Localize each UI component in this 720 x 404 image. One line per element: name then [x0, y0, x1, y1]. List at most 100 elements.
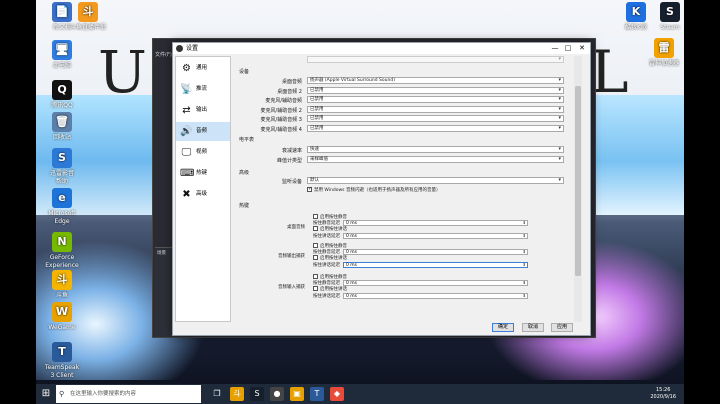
nav-item[interactable]: ⚙ 通用 [176, 59, 230, 78]
desktop-icon[interactable]: e Microsoft Edge [40, 188, 84, 226]
app-icon: W [52, 302, 72, 322]
nav-icon: ⚙ [182, 63, 191, 74]
desktop-icon[interactable]: 🖥 此电脑 [40, 40, 84, 70]
taskbar-folder-icon[interactable]: ▣ [290, 387, 304, 401]
delay-spinbox[interactable]: 0 ms [343, 292, 528, 299]
desktop-icon[interactable]: 斗斗鱼 [40, 270, 84, 300]
desktop-icon[interactable]: Q 腾讯QQ [40, 80, 84, 110]
nav-icon: ✖ [182, 189, 191, 200]
dropdown-select[interactable]: 已禁用 [307, 105, 564, 113]
dropdown-select[interactable]: 默认 [307, 177, 564, 184]
desktop-icon[interactable]: S Steam [648, 2, 684, 32]
app-icon: e [52, 188, 72, 208]
nav-icon: 🖵 [181, 147, 192, 158]
disable-ducking-checkbox[interactable]: 禁用 Windows 音频闪避（也适用于扬声器及所有应用的音量） [307, 186, 441, 194]
hotkey-group-label: 桌面音频 [287, 225, 305, 230]
app-icon: 斗 [52, 270, 72, 290]
desktop-icon-label: 回收站 [52, 134, 71, 141]
field-label: 峰值计类型 [276, 157, 302, 164]
dropdown-select[interactable]: 已禁用 [307, 115, 564, 122]
taskbar: ⊞ ⚲ 在这里输入你要搜索的内容 ❐ 斗 S ● ▣ T ◆ 15:26 202… [36, 384, 684, 404]
window-title: 设置 [186, 45, 199, 52]
clock-date: 2020/9/16 [650, 394, 676, 400]
checkbox[interactable] [313, 286, 318, 292]
desktop-icon[interactable]: W WeGame [40, 302, 84, 332]
obs-menu-file[interactable]: 文件(F) [155, 51, 172, 58]
wallpaper-sky-right [584, 95, 684, 215]
app-icon: T [52, 342, 72, 362]
clock-time: 15:26 [655, 387, 671, 393]
taskbar-search-input[interactable]: ⚲ 在这里输入你要搜索的内容 [56, 385, 201, 403]
taskbar-teamspeak-icon[interactable]: T [310, 387, 324, 401]
dropdown-select[interactable]: 已禁用 [307, 96, 564, 103]
dropdown-select[interactable]: 已禁用 [307, 124, 564, 132]
nav-icon: 🔊 [180, 126, 193, 137]
desktop-icon-label: GeForce Experience [45, 254, 79, 269]
checkbox[interactable] [313, 226, 318, 232]
delay-spinbox[interactable]: 0 ms [343, 220, 528, 227]
hotkey-group-label: 音频输入捕获 [278, 285, 305, 290]
dropdown-select[interactable]: 扬声器 (Apple Virtual Surround Sound) [307, 77, 564, 84]
settings-nav: ⚙ 通用 📡 推流 ⇄ 输出 🔊 音频 🖵 视频 ⌨ 热键 ✖ 高级 [175, 56, 231, 322]
close-button[interactable]: ✕ [577, 43, 587, 54]
app-icon: 斗 [78, 2, 98, 22]
windows-start-icon[interactable]: ⊞ [36, 384, 56, 404]
desktop-icon[interactable]: S 迅雷影音 帮助 [40, 148, 84, 186]
nav-item[interactable]: 🔊 音频 [176, 122, 230, 141]
desktop-icon[interactable]: 🗑 回收站 [40, 112, 84, 142]
system-clock[interactable]: 15:26 2020/9/16 [650, 387, 676, 401]
maximize-button[interactable]: □ [563, 43, 573, 54]
dropdown-select[interactable]: 采样峰值 [307, 155, 564, 163]
scrollbar-thumb[interactable] [575, 86, 581, 276]
dropdown-select[interactable]: 已禁用 [307, 86, 564, 94]
checkbox-checked[interactable] [307, 186, 312, 192]
apply-button[interactable]: 应用 [551, 323, 573, 332]
desktop-icon[interactable]: 雷雷神加速器 [642, 38, 684, 68]
nav-label: 通用 [196, 65, 208, 71]
desktop-icon[interactable]: T TeamSpeak 3 Client [40, 342, 84, 380]
field-label: 桌面音频 2 [277, 88, 302, 95]
nav-item[interactable]: 🖵 视频 [176, 143, 230, 162]
dropdown-select[interactable]: 快速 [307, 146, 564, 153]
app-icon: S [660, 2, 680, 22]
delay-label: 按住静音延迟 [313, 250, 340, 256]
settings-titlebar: 设置 — □ ✕ [173, 43, 590, 54]
desktop-icon-label: 此电脑 [52, 62, 71, 69]
app-icon: K [626, 2, 646, 22]
desktop-icon[interactable]: 斗斗鱼直播伴侣 [66, 2, 110, 32]
app-icon: Q [52, 80, 72, 100]
settings-scrollbar[interactable] [574, 56, 582, 322]
app-icon: 🗑 [52, 112, 72, 132]
taskbar-obs-icon[interactable]: ● [270, 387, 284, 401]
checkbox[interactable] [313, 255, 318, 261]
taskbar-app-icon[interactable]: ◆ [330, 387, 344, 401]
desktop-icon[interactable]: N GeForce Experience [40, 232, 84, 270]
delay-spinbox[interactable]: 0 ms [343, 249, 528, 256]
nav-label: 热键 [196, 170, 208, 176]
desktop: U L 📄 新文档斗斗鱼直播伴侣 🖥 此电脑 Q 腾讯QQ 🗑 回收站 S 迅雷影音 帮助 e Mic… [36, 0, 684, 404]
nav-icon: ⇄ [182, 105, 191, 116]
task-view-icon[interactable]: ❐ [210, 387, 224, 401]
taskbar-douyu-icon[interactable]: 斗 [230, 387, 244, 401]
minimize-button[interactable]: — [550, 43, 560, 54]
nav-item[interactable]: ⇄ 输出 [176, 101, 230, 120]
wallpaper-letter-u: U [98, 38, 149, 106]
desktop-icon-label: 斗鱼直播伴侣 [69, 24, 106, 31]
cancel-button[interactable]: 取消 [522, 323, 544, 332]
nav-item[interactable]: ✖ 高级 [176, 185, 230, 204]
disable-ducking-label: 禁用 Windows 音频闪避（也适用于扬声器及所有应用的音量） [314, 188, 441, 193]
nav-item[interactable]: 📡 推流 [176, 80, 230, 99]
taskbar-steam-icon[interactable]: S [250, 387, 264, 401]
wallpaper-letter-l: L [590, 38, 631, 106]
checkbox[interactable] [313, 214, 318, 219]
delay-spinbox[interactable]: 0 ms [343, 261, 528, 268]
delay-spinbox[interactable]: 0 ms [343, 280, 528, 287]
audio-settings-panel: 设备 电平表 高级 禁用 Windows 音频闪避（也适用于扬声器及所有应用的音… [235, 56, 568, 322]
nav-item[interactable]: ⌨ 热键 [176, 164, 230, 183]
delay-spinbox[interactable]: 0 ms [343, 232, 528, 239]
ok-button[interactable]: 确定 [492, 323, 514, 332]
nav-label: 视频 [196, 149, 208, 155]
checkbox[interactable] [313, 274, 318, 279]
settings-dialog: 设置 — □ ✕ ⚙ 通用 📡推流 ⇄输出 🔊音频 🖵 视频 ⌨热键 ✖高级 设备 电平表 高级… [172, 42, 591, 336]
checkbox[interactable] [313, 243, 318, 248]
